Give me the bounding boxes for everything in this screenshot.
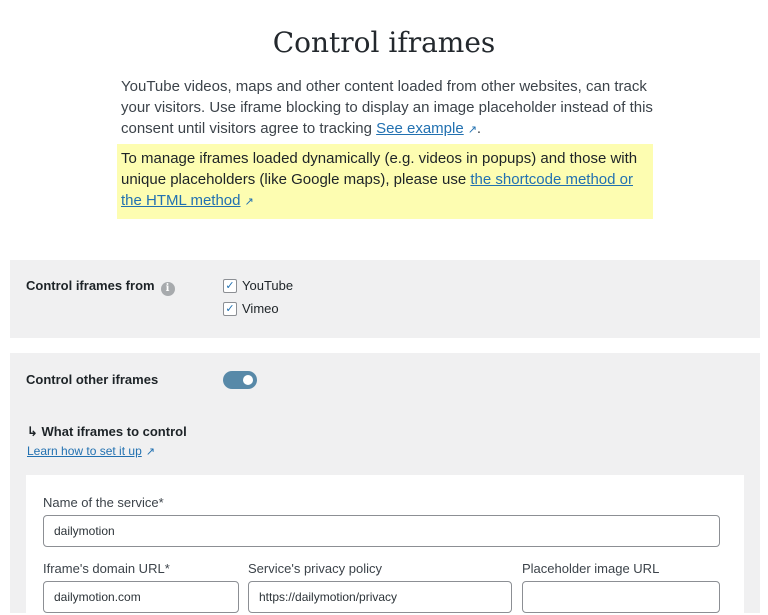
placeholder-image-input[interactable] — [522, 581, 720, 613]
control-other-iframes-panel: Control other iframes ↳ What iframes to … — [10, 353, 760, 615]
control-iframes-from-label: Control iframes from i — [26, 278, 175, 296]
what-iframes-label: ↳ What iframes to control — [27, 424, 187, 439]
control-other-iframes-toggle[interactable] — [223, 371, 257, 389]
youtube-checkbox[interactable]: ✓ — [223, 278, 237, 293]
domain-url-input[interactable]: dailymotion.com — [43, 581, 239, 613]
service-form-card: Name of the service* dailymotion Iframe'… — [26, 475, 744, 615]
control-other-iframes-label: Control other iframes — [26, 372, 159, 387]
vimeo-checkbox-label: Vimeo — [242, 301, 279, 316]
intro-end: . — [476, 120, 482, 137]
control-iframes-from-panel: Control iframes from i ✓ YouTube ✓ Vimeo — [10, 260, 760, 338]
external-link-icon: ↗ — [467, 124, 477, 136]
intro-text: YouTube videos, maps and other content l… — [121, 76, 661, 141]
vimeo-checkbox-row[interactable]: ✓ Vimeo — [223, 301, 279, 316]
privacy-policy-label: Service's privacy policy — [248, 561, 382, 576]
privacy-policy-input[interactable]: https://dailymotion/privacy — [248, 581, 512, 613]
domain-url-label: Iframe's domain URL* — [43, 561, 170, 576]
vimeo-checkbox[interactable]: ✓ — [223, 301, 237, 316]
see-example-link[interactable]: See example ↗ — [376, 120, 477, 137]
info-icon[interactable]: i — [160, 282, 175, 296]
dynamic-iframes-note: To manage iframes loaded dynamically (e.… — [117, 144, 653, 219]
service-name-label: Name of the service* — [43, 495, 164, 510]
youtube-checkbox-label: YouTube — [242, 278, 294, 293]
placeholder-image-label: Placeholder image URL — [522, 561, 660, 576]
learn-setup-link[interactable]: Learn how to set it up ↗ — [27, 444, 155, 458]
service-name-input[interactable]: dailymotion — [43, 515, 720, 547]
external-link-icon: ↗ — [244, 196, 254, 208]
external-link-icon: ↗ — [145, 446, 155, 458]
youtube-checkbox-row[interactable]: ✓ YouTube — [223, 278, 293, 293]
page-title: Control iframes — [272, 26, 496, 59]
toggle-knob — [243, 375, 253, 385]
